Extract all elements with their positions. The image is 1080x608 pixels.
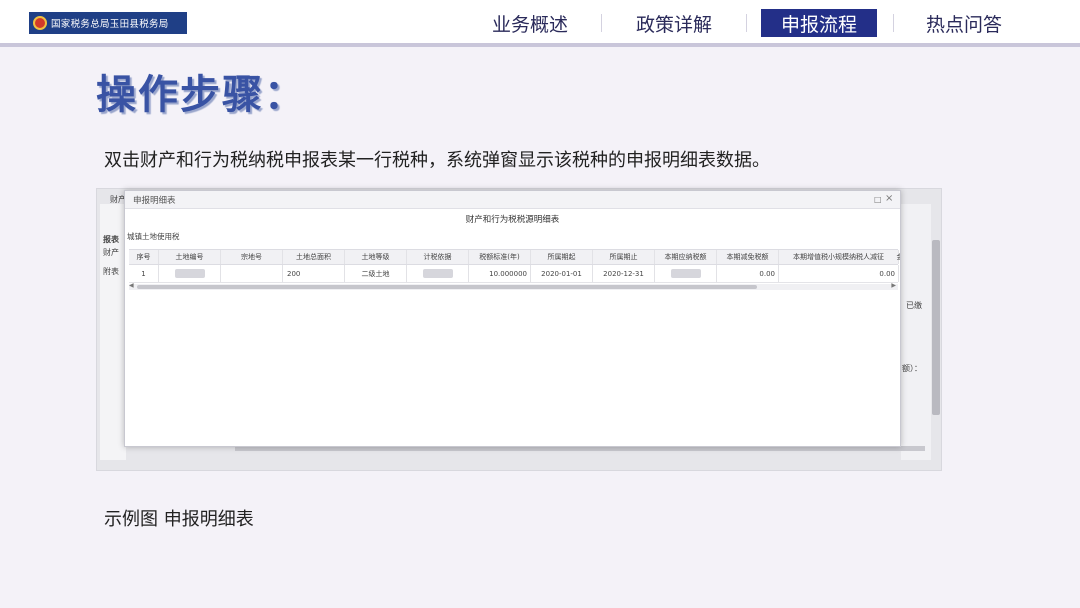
background-right-panel: [901, 204, 931, 460]
background-scrollbar[interactable]: [932, 240, 940, 415]
column-header: 序号: [129, 250, 159, 264]
nav-separator: [601, 14, 602, 32]
column-header: 土地总面积: [283, 250, 345, 264]
scrollbar-thumb[interactable]: [137, 285, 757, 289]
table-cell: 2020-01-01: [531, 265, 593, 282]
header-divider: [0, 43, 1080, 47]
nav-faq[interactable]: 热点问答: [912, 9, 1016, 37]
column-header: 土地等级: [345, 250, 407, 264]
detail-dialog: 申报明细表 □ × 财产和行为税税源明细表 城镇土地使用税 序号 土地编号 宗地…: [124, 190, 901, 447]
scroll-left-icon[interactable]: ◀: [129, 282, 134, 289]
column-header: 宗地号: [221, 250, 283, 264]
column-header: 本期减免税额: [717, 250, 779, 264]
tax-type-label: 城镇土地使用税: [127, 232, 180, 241]
column-header: 计税依据: [407, 250, 469, 264]
background-label: 报表: [103, 235, 119, 244]
dialog-header: 申报明细表 □ ×: [125, 191, 900, 209]
table-header-row: 序号 土地编号 宗地号 土地总面积 土地等级 计税依据 税额标准(年) 所属期起…: [129, 249, 901, 265]
close-icon[interactable]: ×: [885, 193, 893, 204]
figure-caption: 示例图 申报明细表: [104, 509, 254, 530]
table-cell-redacted: [655, 265, 717, 282]
horizontal-scrollbar[interactable]: ◀ ▶: [129, 282, 898, 290]
table-cell: 10.000000: [469, 265, 531, 282]
tax-bureau-logo[interactable]: 国家税务总局玉田县税务局: [29, 12, 187, 34]
table-cell-redacted: [159, 265, 221, 282]
column-header: 所属期止: [593, 250, 655, 264]
table-cell-redacted: [407, 265, 469, 282]
table-cell: 2020-12-31: [593, 265, 655, 282]
scroll-right-icon[interactable]: ▶: [891, 282, 896, 289]
background-label: 附表: [103, 267, 119, 276]
column-header: 税额标准(年): [469, 250, 531, 264]
table-cell: [221, 265, 283, 282]
table-cell: 0.00: [779, 265, 899, 282]
table-cell: 0.00: [717, 265, 779, 282]
tax-emblem-icon: [33, 16, 47, 30]
dialog-title: 申报明细表: [133, 196, 176, 206]
column-header: 本期应纳税额: [655, 250, 717, 264]
column-header: 土地编号: [159, 250, 221, 264]
background-label: 财产: [103, 248, 119, 257]
table-row[interactable]: 1 200 二级土地 10.000000 2020-01-01 2020-12-…: [129, 265, 899, 283]
column-header: 所属期起: [531, 250, 593, 264]
table-cell: 二级土地: [345, 265, 407, 282]
redacted-value: [670, 269, 701, 278]
table-cell: 200: [283, 265, 345, 282]
background-label: 已缴: [906, 301, 922, 310]
table-cell: 1: [129, 265, 159, 282]
nav-business-overview[interactable]: 业务概述: [478, 9, 582, 37]
minimize-icon[interactable]: □: [874, 195, 882, 204]
report-title: 财产和行为税税源明细表: [465, 215, 560, 225]
nav-separator: [893, 14, 894, 32]
page-title: 操作步骤：: [96, 72, 306, 118]
column-header: 金额单: [893, 250, 901, 264]
nav-policy-details[interactable]: 政策详解: [622, 9, 726, 37]
column-header: 本期增值税小规模纳税人减征: [779, 250, 899, 264]
nav-filing-process[interactable]: 申报流程: [761, 9, 877, 37]
logo-text: 国家税务总局玉田县税务局: [51, 19, 169, 30]
nav-separator: [746, 14, 747, 32]
redacted-value: [422, 269, 453, 278]
step-description: 双击财产和行为税纳税申报表某一行税种，系统弹窗显示该税种的申报明细表数据。: [104, 150, 770, 171]
redacted-value: [174, 269, 205, 278]
background-label: 额）：: [902, 364, 922, 373]
